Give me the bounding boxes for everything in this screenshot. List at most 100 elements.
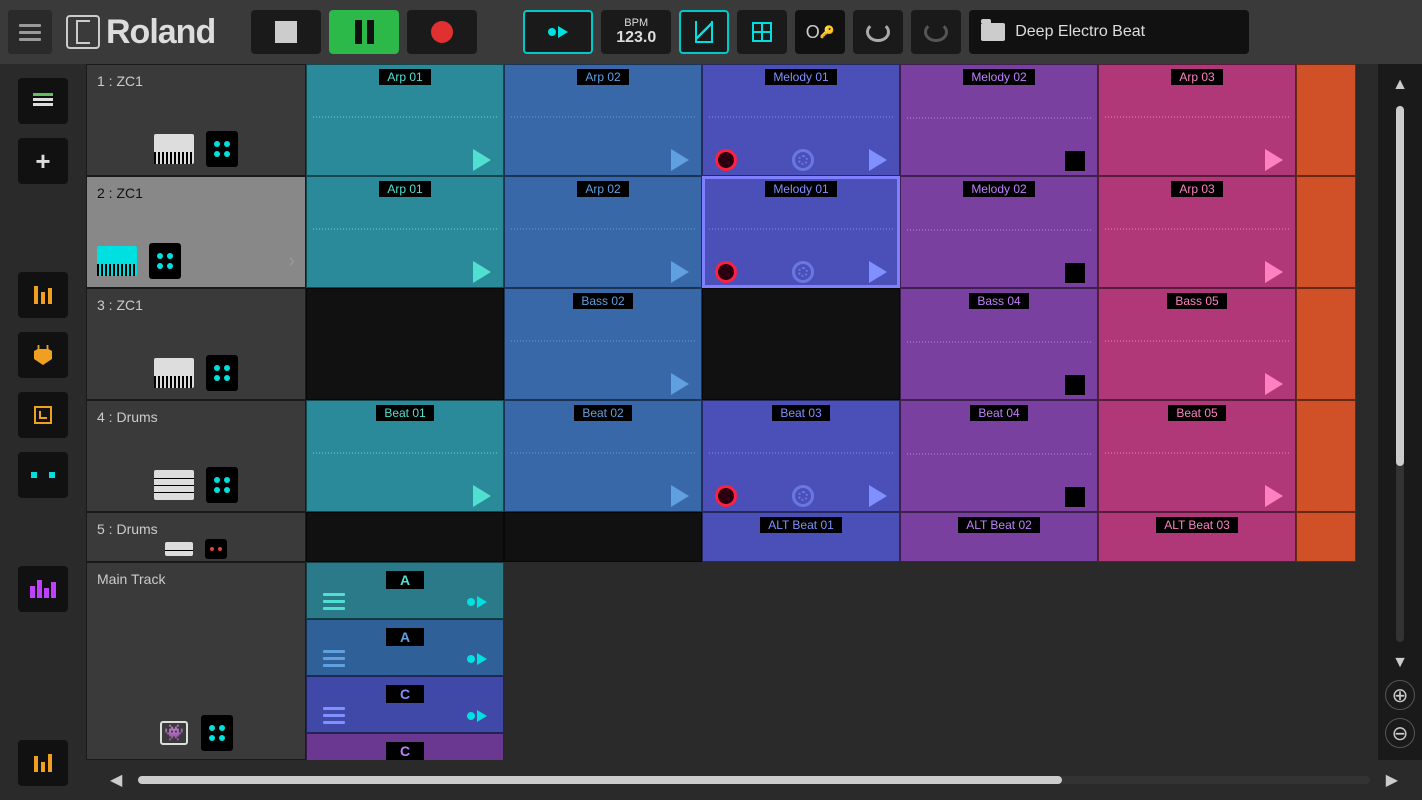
clip-record-icon[interactable] <box>715 485 737 507</box>
drum-icon[interactable] <box>154 470 194 500</box>
clip-play-icon[interactable] <box>671 261 689 283</box>
scene-menu-icon[interactable] <box>323 650 345 667</box>
track-header-4[interactable]: 4 : Drums <box>86 400 306 512</box>
track-header-2[interactable]: 2 : ZC1 › <box>86 176 306 288</box>
clip-play-icon[interactable] <box>869 261 887 283</box>
scene-cell[interactable]: C <box>306 676 504 733</box>
scene-menu-icon[interactable] <box>323 707 345 724</box>
scroll-right-button[interactable]: ▶ <box>1382 766 1402 794</box>
record-button[interactable] <box>407 10 477 54</box>
clip-cell[interactable]: Bass 04 <box>900 288 1098 400</box>
clip-cell[interactable]: Beat 01 <box>306 400 504 512</box>
synth-icon[interactable] <box>97 246 137 276</box>
track-header-1[interactable]: 1 : ZC1 <box>86 64 306 176</box>
clip-cell[interactable]: Arp 01 <box>306 64 504 176</box>
clip-cell[interactable] <box>1296 400 1356 512</box>
pad-icon[interactable] <box>206 355 238 391</box>
mixer-button[interactable] <box>18 272 68 318</box>
bpm-display[interactable]: BPM 123.0 <box>601 10 671 54</box>
track-header-3[interactable]: 3 : ZC1 <box>86 288 306 400</box>
clip-play-icon[interactable] <box>473 149 491 171</box>
clip-cell[interactable] <box>1296 64 1356 176</box>
midi-button[interactable] <box>18 452 68 498</box>
clip-cell[interactable]: ALT Beat 01 <box>702 512 900 562</box>
clip-play-icon[interactable] <box>1265 261 1283 283</box>
clip-play-icon[interactable] <box>869 485 887 507</box>
scene-cell[interactable]: A <box>306 562 504 619</box>
metronome-button[interactable] <box>679 10 729 54</box>
pad-icon[interactable] <box>201 715 233 751</box>
clip-cell[interactable]: Melody 01 <box>702 64 900 176</box>
clip-cell[interactable]: Arp 02 <box>504 64 702 176</box>
clip-play-icon[interactable] <box>1265 373 1283 395</box>
clip-cell[interactable] <box>504 512 702 562</box>
clip-cell[interactable]: Beat 05 <box>1098 400 1296 512</box>
scroll-down-button[interactable]: ▼ <box>1388 650 1412 676</box>
clip-cell[interactable]: Bass 05 <box>1098 288 1296 400</box>
clip-stop-icon[interactable] <box>1065 263 1085 283</box>
clip-cell[interactable]: Melody 01 <box>702 176 900 288</box>
vertical-scrollbar[interactable] <box>1396 106 1404 642</box>
clip-settings-icon[interactable] <box>792 485 814 507</box>
pad-icon[interactable] <box>205 539 227 559</box>
undo-button[interactable] <box>853 10 903 54</box>
clip-cell[interactable]: Arp 02 <box>504 176 702 288</box>
scroll-up-button[interactable]: ▲ <box>1388 72 1412 98</box>
clip-cell[interactable]: Beat 03 <box>702 400 900 512</box>
clip-cell[interactable] <box>1296 176 1356 288</box>
clip-play-icon[interactable] <box>473 261 491 283</box>
fx-button[interactable] <box>18 332 68 378</box>
clip-cell[interactable]: ALT Beat 02 <box>900 512 1098 562</box>
scene-play-icon[interactable] <box>467 593 487 610</box>
synth-icon[interactable] <box>154 358 194 388</box>
clip-cell[interactable] <box>1296 288 1356 400</box>
track-header-main[interactable]: Main Track 👾 <box>86 562 306 760</box>
add-track-button[interactable]: + <box>18 138 68 184</box>
synth-icon[interactable] <box>154 134 194 164</box>
clip-record-icon[interactable] <box>715 149 737 171</box>
snap-button[interactable] <box>737 10 787 54</box>
pad-icon[interactable] <box>149 243 181 279</box>
clip-cell[interactable]: Melody 02 <box>900 64 1098 176</box>
horizontal-scrollbar[interactable] <box>138 776 1369 784</box>
scene-cell[interactable]: A <box>306 619 504 676</box>
master-mixer-button[interactable] <box>18 740 68 786</box>
scene-cell[interactable]: C <box>306 733 504 760</box>
clip-play-icon[interactable] <box>671 373 689 395</box>
clip-stop-icon[interactable] <box>1065 487 1085 507</box>
clip-play-icon[interactable] <box>1265 485 1283 507</box>
piano-roll-button[interactable] <box>18 566 68 612</box>
stop-button[interactable] <box>251 10 321 54</box>
scene-menu-icon[interactable] <box>323 593 345 610</box>
clip-play-icon[interactable] <box>869 149 887 171</box>
clip-cell[interactable] <box>1296 512 1356 562</box>
clip-stop-icon[interactable] <box>1065 151 1085 171</box>
clip-record-icon[interactable] <box>715 261 737 283</box>
mix-icon[interactable]: 👾 <box>159 718 189 748</box>
clip-cell[interactable]: Bass 02 <box>504 288 702 400</box>
clip-play-icon[interactable] <box>671 485 689 507</box>
clip-cell[interactable] <box>306 288 504 400</box>
redo-button[interactable] <box>911 10 961 54</box>
menu-button[interactable] <box>8 10 52 54</box>
clip-cell[interactable]: Beat 04 <box>900 400 1098 512</box>
key-lock-button[interactable]: O🔑 <box>795 10 845 54</box>
clip-cell[interactable]: ALT Beat 03 <box>1098 512 1296 562</box>
pause-button[interactable] <box>329 10 399 54</box>
pad-icon[interactable] <box>206 467 238 503</box>
clip-play-icon[interactable] <box>473 485 491 507</box>
clip-play-icon[interactable] <box>1265 149 1283 171</box>
drum-icon[interactable] <box>165 542 193 556</box>
clip-play-icon[interactable] <box>671 149 689 171</box>
zoom-out-button[interactable]: ⊖ <box>1385 718 1415 748</box>
clip-cell[interactable]: Beat 02 <box>504 400 702 512</box>
clip-cell[interactable]: Arp 03 <box>1098 176 1296 288</box>
track-header-5[interactable]: 5 : Drums <box>86 512 306 562</box>
follow-button[interactable] <box>523 10 593 54</box>
clip-cell[interactable] <box>702 288 900 400</box>
scene-play-icon[interactable] <box>467 650 487 667</box>
clip-cell[interactable]: Melody 02 <box>900 176 1098 288</box>
clip-settings-icon[interactable] <box>792 261 814 283</box>
clip-cell[interactable]: Arp 03 <box>1098 64 1296 176</box>
project-selector[interactable]: Deep Electro Beat <box>969 10 1249 54</box>
